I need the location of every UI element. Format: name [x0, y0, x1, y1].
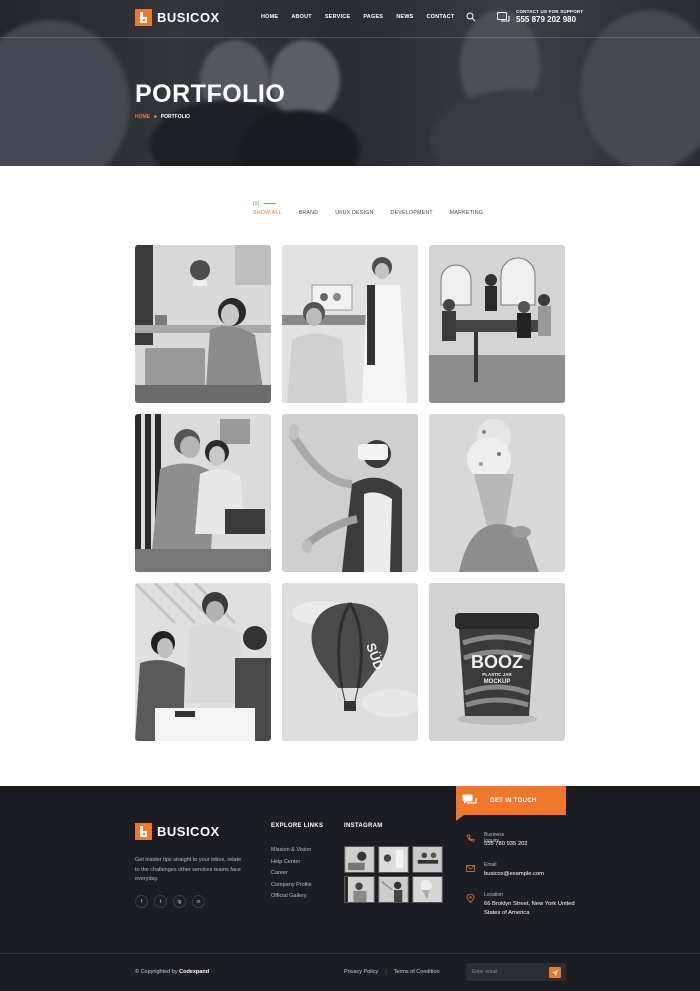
instagram-thumb[interactable]	[378, 876, 409, 903]
instagram-thumb[interactable]	[412, 846, 443, 873]
hot-air-balloon-image: SÜD	[282, 583, 418, 741]
support-label: CONTACT US FOR SUPPORT	[516, 9, 584, 14]
nav-home[interactable]: HOME	[261, 14, 278, 20]
nav-pages[interactable]: PAGES	[363, 14, 383, 20]
get-in-touch-label: GET IN TOUCH	[490, 797, 537, 804]
meeting-room-image	[429, 245, 565, 403]
footer-about-text: Get insider tips straight to your inbox,…	[135, 857, 242, 882]
link-official-gallery[interactable]: Official Gallery	[271, 891, 312, 903]
chat-bubbles-icon	[462, 794, 477, 804]
nav-contact[interactable]: CONTACT	[427, 14, 455, 20]
link-company-profile[interactable]: Company Profile	[271, 880, 312, 892]
logo-mark-icon	[135, 9, 152, 26]
woman-laptop-image	[135, 245, 271, 403]
logo[interactable]: BUSICOX	[135, 9, 220, 26]
link-career[interactable]: Career	[271, 868, 312, 880]
portfolio-item-team-blueprint[interactable]	[135, 583, 271, 741]
instagram-thumb[interactable]	[378, 846, 409, 873]
twitter-icon[interactable]: t	[154, 895, 167, 908]
nav-divider	[0, 37, 700, 38]
instagram-gallery	[344, 846, 443, 903]
breadcrumb-home[interactable]: HOME	[135, 114, 150, 120]
instagram-thumb[interactable]	[412, 876, 443, 903]
newsletter-form	[466, 963, 566, 981]
portfolio-item-booz-mockup[interactable]: BOOZ PLASTIC JAR MOCKUP	[429, 583, 565, 741]
terms-link[interactable]: Terms of Condition	[394, 969, 440, 975]
tab-show-all[interactable]: [9] SHOW ALL	[253, 201, 282, 216]
portfolio-item-office-team[interactable]	[282, 245, 418, 403]
tab-development[interactable]: DEVELOPMENT	[391, 210, 433, 216]
linkedin-icon[interactable]: in	[192, 895, 205, 908]
team-blueprint-image	[135, 583, 271, 741]
link-mission-vision[interactable]: Mission & Vision	[271, 845, 312, 857]
main-nav: HOME ABOUT SERVICE PAGES NEWS CONTACT	[261, 14, 467, 20]
paper-plane-icon	[552, 969, 558, 976]
instagram-thumb[interactable]	[344, 876, 375, 903]
nav-about[interactable]: ABOUT	[291, 14, 312, 20]
page-title: PORTFOLIO	[135, 80, 286, 108]
portfolio-item-hot-air-balloon[interactable]: SÜD	[282, 583, 418, 741]
portfolio-item-vr-headset[interactable]	[282, 414, 418, 572]
booz-title: BOOZ	[471, 652, 523, 672]
instagram-title: INSTAGRAM	[344, 823, 383, 829]
search-icon[interactable]	[466, 12, 476, 22]
active-tab-indicator	[264, 203, 276, 204]
page: BUSICOX HOME ABOUT SERVICE PAGES NEWS CO…	[0, 0, 700, 991]
link-help-center[interactable]: Help Center	[271, 857, 312, 869]
explore-links-title: EXPLORE LINKS	[271, 823, 324, 829]
social-links: f t ig in	[135, 895, 205, 908]
portfolio-item-ice-cream[interactable]	[429, 414, 565, 572]
get-in-touch-tail	[456, 815, 464, 821]
footer-divider	[0, 953, 700, 954]
vr-headset-image	[282, 414, 418, 572]
support-phone[interactable]: 555 879 202 980	[516, 15, 583, 24]
portfolio-item-woman-laptop[interactable]	[135, 245, 271, 403]
office-team-image	[282, 245, 418, 403]
facebook-icon[interactable]: f	[135, 895, 148, 908]
colleagues-image	[135, 414, 271, 572]
breadcrumb-separator: »	[154, 114, 157, 120]
portfolio-item-colleagues[interactable]	[135, 414, 271, 572]
hero-banner: BUSICOX HOME ABOUT SERVICE PAGES NEWS CO…	[0, 0, 700, 166]
item-count: [9]	[253, 201, 260, 207]
nav-news[interactable]: NEWS	[396, 14, 413, 20]
copyright-brand-link[interactable]: Codexpand	[179, 969, 209, 975]
nav-service[interactable]: SERVICE	[325, 14, 350, 20]
tab-marketing[interactable]: MARKETING	[450, 210, 483, 216]
phone-icon	[466, 834, 475, 842]
portfolio-item-meeting-room[interactable]	[429, 245, 565, 403]
booz-subtitle-1: PLASTIC JAR	[482, 672, 512, 677]
send-button[interactable]	[549, 967, 561, 978]
copyright: © Copyrighted by Codexpand	[135, 969, 210, 975]
booz-subtitle-2: MOCKUP	[484, 679, 511, 685]
legal-separator: |	[385, 969, 387, 975]
location-pin-icon	[466, 894, 475, 903]
tab-brand[interactable]: BRAND	[299, 210, 319, 216]
ice-cream-image	[429, 414, 565, 572]
breadcrumb: HOME » PORTFOLIO	[135, 114, 190, 120]
support-block: CONTACT US FOR SUPPORT 555 879 202 980	[497, 9, 583, 24]
footer-logo[interactable]: BUSICOX	[135, 823, 220, 840]
instagram-thumb[interactable]	[344, 846, 375, 873]
chat-icon	[497, 12, 510, 22]
get-in-touch-banner[interactable]: GET IN TOUCH	[456, 786, 566, 815]
booz-mockup-image: BOOZ PLASTIC JAR MOCKUP	[429, 583, 565, 741]
breadcrumb-current: PORTFOLIO	[160, 114, 190, 120]
privacy-policy-link[interactable]: Privacy Policy	[344, 969, 378, 975]
explore-links: Mission & Vision Help Center Career Comp…	[271, 845, 312, 903]
newsletter-email-input[interactable]	[472, 966, 542, 978]
email-icon	[466, 865, 475, 872]
instagram-icon[interactable]: ig	[173, 895, 186, 908]
portfolio-filter: [9] SHOW ALL BRAND UI/UX DESIGN DEVELOPM…	[253, 201, 500, 216]
tab-ui-ux-design[interactable]: UI/UX DESIGN	[335, 210, 373, 216]
footer-logo-mark-icon	[135, 823, 152, 840]
legal-links: Privacy Policy | Terms of Condition	[344, 969, 440, 975]
